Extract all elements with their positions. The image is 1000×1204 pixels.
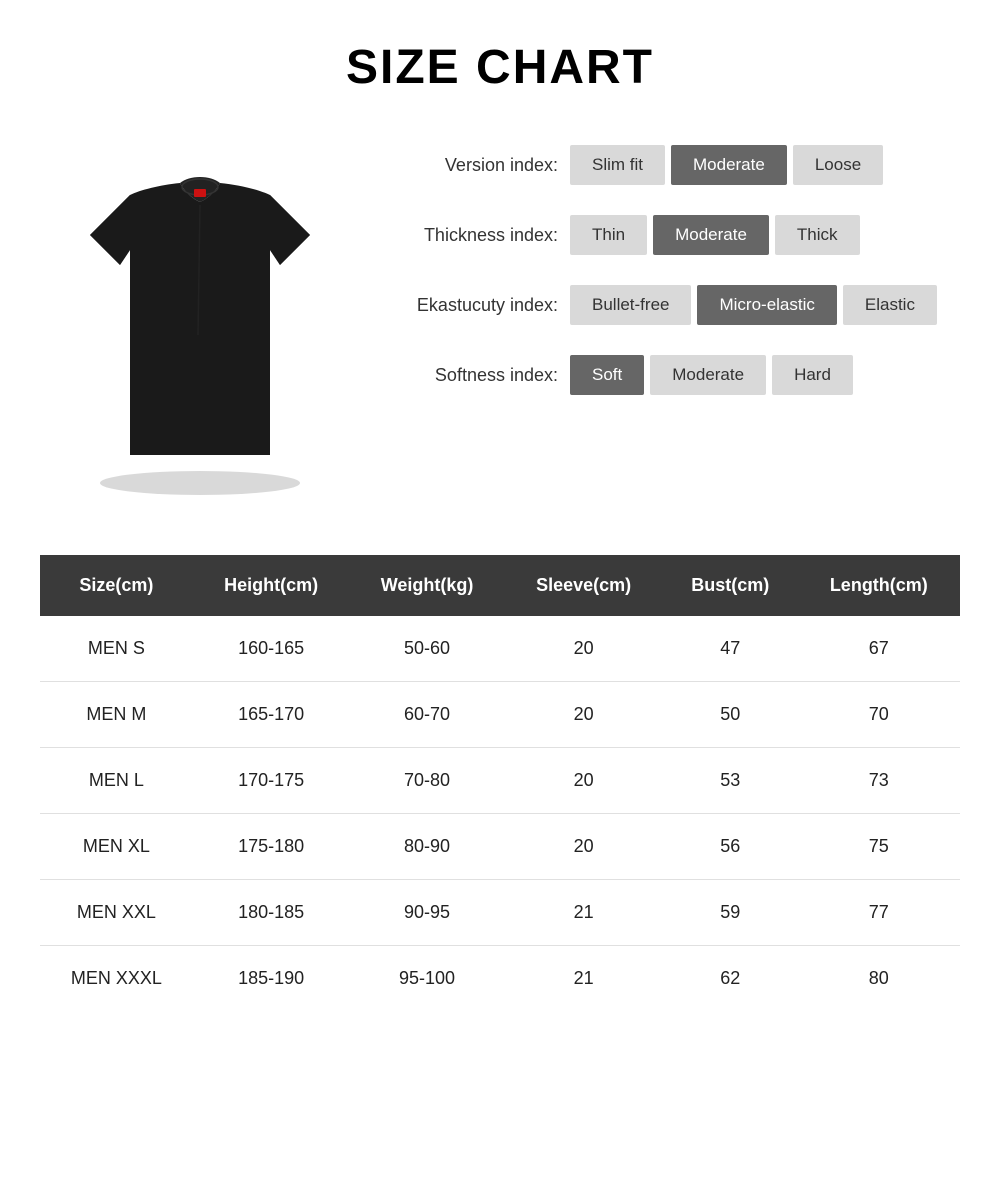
table-cell: 56 [663,814,798,880]
table-cell: 170-175 [193,748,350,814]
attribute-label-3: Softness index: [400,365,570,386]
table-cell: MEN S [40,616,193,682]
table-row: MEN XXXL185-19095-100216280 [40,946,960,1012]
table-cell: 90-95 [350,880,505,946]
option-pill[interactable]: Loose [793,145,883,185]
table-cell: 21 [505,946,663,1012]
table-cell: 62 [663,946,798,1012]
attribute-options-2: Bullet-freeMicro-elasticElastic [570,285,937,325]
table-row: MEN XL175-18080-90205675 [40,814,960,880]
table-cell: MEN XL [40,814,193,880]
table-cell: 70 [798,682,960,748]
option-pill[interactable]: Moderate [653,215,769,255]
table-cell: 53 [663,748,798,814]
table-header: Length(cm) [798,555,960,616]
attribute-row-1: Thickness index:ThinModerateThick [400,215,960,255]
option-pill[interactable]: Bullet-free [570,285,691,325]
option-pill[interactable]: Thick [775,215,860,255]
option-pill[interactable]: Thin [570,215,647,255]
table-cell: 73 [798,748,960,814]
table-cell: 20 [505,682,663,748]
table-row: MEN S160-16550-60204767 [40,616,960,682]
attribute-label-0: Version index: [400,155,570,176]
table-cell: 160-165 [193,616,350,682]
table-cell: 165-170 [193,682,350,748]
table-row: MEN M165-17060-70205070 [40,682,960,748]
table-cell: 95-100 [350,946,505,1012]
table-cell: 59 [663,880,798,946]
table-cell: 80 [798,946,960,1012]
option-pill[interactable]: Elastic [843,285,937,325]
table-cell: 185-190 [193,946,350,1012]
size-table-container: Size(cm)Height(cm)Weight(kg)Sleeve(cm)Bu… [40,555,960,1011]
attribute-options-0: Slim fitModerateLoose [570,145,883,185]
table-cell: 47 [663,616,798,682]
table-cell: 20 [505,814,663,880]
attribute-options-3: SoftModerateHard [570,355,853,395]
table-row: MEN L170-17570-80205373 [40,748,960,814]
attribute-row-0: Version index:Slim fitModerateLoose [400,145,960,185]
table-cell: 75 [798,814,960,880]
table-cell: 70-80 [350,748,505,814]
attribute-label-1: Thickness index: [400,225,570,246]
table-header: Weight(kg) [350,555,505,616]
option-pill[interactable]: Hard [772,355,853,395]
attributes-section: Version index:Slim fitModerateLooseThick… [380,125,960,425]
table-cell: 50 [663,682,798,748]
table-cell: MEN M [40,682,193,748]
table-cell: 20 [505,616,663,682]
table-header: Size(cm) [40,555,193,616]
attribute-label-2: Ekastucuty index: [400,295,570,316]
table-header: Bust(cm) [663,555,798,616]
table-cell: MEN L [40,748,193,814]
table-cell: 50-60 [350,616,505,682]
attribute-row-2: Ekastucuty index:Bullet-freeMicro-elasti… [400,285,960,325]
table-cell: 60-70 [350,682,505,748]
table-cell: 21 [505,880,663,946]
table-cell: 180-185 [193,880,350,946]
table-cell: 175-180 [193,814,350,880]
table-row: MEN XXL180-18590-95215977 [40,880,960,946]
table-cell: MEN XXL [40,880,193,946]
attribute-row-3: Softness index:SoftModerateHard [400,355,960,395]
table-cell: 20 [505,748,663,814]
table-cell: MEN XXXL [40,946,193,1012]
attribute-options-1: ThinModerateThick [570,215,860,255]
option-pill[interactable]: Slim fit [570,145,665,185]
table-header: Sleeve(cm) [505,555,663,616]
table-cell: 67 [798,616,960,682]
table-header: Height(cm) [193,555,350,616]
option-pill[interactable]: Micro-elastic [697,285,836,325]
page-title: SIZE CHART [40,40,960,95]
option-pill[interactable]: Soft [570,355,644,395]
size-table: Size(cm)Height(cm)Weight(kg)Sleeve(cm)Bu… [40,555,960,1011]
table-cell: 80-90 [350,814,505,880]
tshirt-image [40,125,360,505]
option-pill[interactable]: Moderate [671,145,787,185]
table-cell: 77 [798,880,960,946]
top-section: Version index:Slim fitModerateLooseThick… [40,125,960,505]
option-pill[interactable]: Moderate [650,355,766,395]
